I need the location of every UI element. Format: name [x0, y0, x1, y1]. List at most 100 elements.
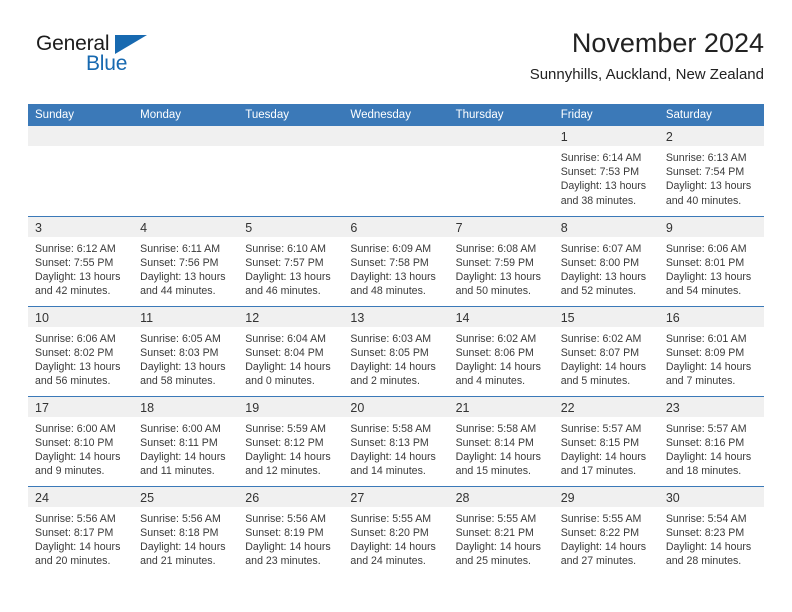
daylight-text-line1: Daylight: 13 hours [350, 270, 436, 283]
calendar-day-cell[interactable]: 19 Sunrise: 5:59 AM Sunset: 8:12 PM Dayligh… [238, 395, 344, 486]
daylight-text-line2: and 56 minutes. [35, 375, 111, 388]
calendar-day-cell[interactable]: 5 Sunrise: 6:10 AM Sunset: 7:57 PM Daylight… [238, 215, 344, 306]
day-cell-details: Sunrise: 6:07 AM Sunset: 8:00 PM Daylight:… [554, 237, 659, 299]
daylight-text-line2: and 58 minutes. [140, 375, 216, 388]
calendar-day-cell[interactable]: 7 Sunrise: 6:08 AM Sunset: 7:59 PM Daylight… [448, 215, 554, 306]
daylight-text-line1: Daylight: 14 hours [455, 360, 541, 373]
sunset-text: Sunset: 8:14 PM [455, 436, 534, 449]
calendar-day-cell[interactable]: 15 Sunrise: 6:02 AM Sunset: 8:07 PM Dayligh… [553, 305, 659, 396]
daylight-text-line2: and 44 minutes. [140, 285, 216, 298]
sunrise-text: Sunrise: 5:56 AM [35, 512, 116, 525]
daylight-text-line2: and 38 minutes. [560, 194, 637, 207]
daylight-text-line1: Daylight: 13 hours [560, 180, 647, 193]
calendar-day-cell[interactable]: 21 Sunrise: 5:58 AM Sunset: 8:14 PM Dayligh… [448, 395, 554, 486]
calendar-day-cell[interactable]: 16 Sunrise: 6:01 AM Sunset: 8:09 PM Dayligh… [658, 305, 764, 396]
day-cell-inner: 5 Sunrise: 6:10 AM Sunset: 7:57 PM Daylight… [238, 216, 344, 306]
daylight-text-line1: Daylight: 13 hours [35, 270, 121, 283]
calendar-day-cell[interactable]: 18 Sunrise: 6:00 AM Sunset: 8:11 PM Dayligh… [133, 395, 239, 486]
daylight-text-line1: Daylight: 13 hours [140, 270, 226, 283]
day-cell-inner: 25 Sunrise: 5:56 AM Sunset: 8:18 PM Dayligh… [133, 486, 239, 576]
day-header-tuesday: Tuesday [238, 104, 344, 126]
calendar-day-cell[interactable]: 23 Sunrise: 5:57 AM Sunset: 8:16 PM Dayligh… [658, 395, 764, 486]
sunset-text: Sunset: 8:20 PM [350, 526, 429, 539]
calendar-week-row: 1 Sunrise: 6:14 AM Sunset: 7:53 PM Daylight… [28, 126, 764, 216]
sunrise-text: Sunrise: 5:56 AM [245, 512, 326, 525]
day-cell-details: Sunrise: 6:04 AM Sunset: 8:04 PM Daylight:… [238, 327, 343, 389]
sunrise-text: Sunrise: 6:11 AM [140, 242, 221, 255]
general-blue-logo[interactable]: General Blue [36, 32, 236, 88]
day-cell-inner: 16 Sunrise: 6:01 AM Sunset: 8:09 PM Dayligh… [658, 306, 764, 396]
daylight-text-line1: Daylight: 14 hours [560, 540, 647, 553]
daylight-text-line2: and 25 minutes. [455, 555, 531, 568]
sunrise-text: Sunrise: 6:01 AM [665, 332, 747, 345]
calendar-day-cell[interactable]: 25 Sunrise: 5:56 AM Sunset: 8:18 PM Dayligh… [133, 485, 239, 576]
daylight-text-line2: and 2 minutes. [350, 375, 420, 388]
sunrise-sunset-calendar: Sunday Monday Tuesday Wednesday Thursday Frid… [28, 104, 764, 576]
day-cell-inner: 26 Sunrise: 5:56 AM Sunset: 8:19 PM Dayligh… [238, 486, 344, 576]
calendar-day-cell[interactable]: 1 Sunrise: 6:14 AM Sunset: 7:53 PM Daylight… [553, 126, 659, 216]
calendar-cell-empty [343, 126, 449, 216]
calendar-day-cell[interactable]: 9 Sunrise: 6:06 AM Sunset: 8:01 PM Daylight… [658, 215, 764, 306]
day-cell-inner: 19 Sunrise: 5:59 AM Sunset: 8:12 PM Dayligh… [238, 396, 344, 486]
calendar-day-cell[interactable]: 2 Sunrise: 6:13 AM Sunset: 7:54 PM Daylight… [658, 126, 764, 216]
calendar-day-cell[interactable]: 10 Sunrise: 6:06 AM Sunset: 8:02 PM Dayligh… [28, 305, 134, 396]
sunset-text: Sunset: 8:07 PM [560, 346, 640, 359]
day-cell-inner: 8 Sunrise: 6:07 AM Sunset: 8:00 PM Daylight… [553, 216, 659, 306]
daylight-text-line2: and 28 minutes. [665, 555, 742, 568]
sunrise-text: Sunrise: 6:13 AM [665, 152, 747, 164]
calendar-day-cell[interactable]: 28 Sunrise: 5:55 AM Sunset: 8:21 PM Dayligh… [448, 485, 554, 576]
calendar-cell-empty [28, 126, 134, 216]
day-number: 10 [28, 306, 134, 327]
calendar-day-cell[interactable]: 8 Sunrise: 6:07 AM Sunset: 8:00 PM Daylight… [553, 215, 659, 306]
calendar-day-cell[interactable]: 22 Sunrise: 5:57 AM Sunset: 8:15 PM Dayligh… [553, 395, 659, 486]
day-cell-details: Sunrise: 6:00 AM Sunset: 8:10 PM Daylight:… [28, 417, 133, 479]
day-cell-inner [28, 126, 134, 216]
daylight-text-line1: Daylight: 14 hours [665, 450, 752, 463]
day-cell-details: Sunrise: 6:06 AM Sunset: 8:02 PM Daylight:… [28, 327, 133, 389]
calendar-day-cell[interactable]: 20 Sunrise: 5:58 AM Sunset: 8:13 PM Dayligh… [343, 395, 449, 486]
daylight-text-line2: and 5 minutes. [560, 375, 631, 388]
day-cell-details: Sunrise: 6:08 AM Sunset: 7:59 PM Daylight:… [449, 237, 554, 299]
daylight-text-line1: Daylight: 14 hours [245, 360, 331, 373]
calendar-day-cell[interactable]: 17 Sunrise: 6:00 AM Sunset: 8:10 PM Dayligh… [28, 395, 134, 486]
calendar-week-row: 24 Sunrise: 5:56 AM Sunset: 8:17 PM Dayligh… [28, 485, 764, 576]
day-number: 29 [553, 486, 659, 507]
day-number: 6 [343, 216, 449, 237]
calendar-day-cell[interactable]: 13 Sunrise: 6:03 AM Sunset: 8:05 PM Dayligh… [343, 305, 449, 396]
sunset-text: Sunset: 8:12 PM [245, 436, 324, 449]
calendar-day-cell[interactable]: 24 Sunrise: 5:56 AM Sunset: 8:17 PM Dayligh… [28, 485, 134, 576]
day-number: 14 [448, 306, 554, 327]
sunrise-text: Sunrise: 6:00 AM [140, 422, 221, 435]
calendar-day-cell[interactable]: 6 Sunrise: 6:09 AM Sunset: 7:58 PM Daylight… [343, 215, 449, 306]
day-number: 3 [28, 216, 134, 237]
day-cell-details: Sunrise: 5:57 AM Sunset: 8:15 PM Daylight:… [554, 417, 659, 479]
calendar-day-cell[interactable]: 26 Sunrise: 5:56 AM Sunset: 8:19 PM Dayligh… [238, 485, 344, 576]
calendar-day-cell[interactable]: 3 Sunrise: 6:12 AM Sunset: 7:55 PM Daylight… [28, 215, 134, 306]
sunrise-text: Sunrise: 6:03 AM [350, 332, 432, 345]
calendar-day-cell[interactable]: 27 Sunrise: 5:55 AM Sunset: 8:20 PM Dayligh… [343, 485, 449, 576]
day-cell-inner: 20 Sunrise: 5:58 AM Sunset: 8:13 PM Dayligh… [343, 396, 449, 486]
calendar-cell-empty [133, 126, 239, 216]
sunrise-text: Sunrise: 6:07 AM [560, 242, 642, 255]
day-cell-details: Sunrise: 6:03 AM Sunset: 8:05 PM Daylight:… [343, 327, 448, 389]
calendar-day-cell[interactable]: 14 Sunrise: 6:02 AM Sunset: 8:06 PM Dayligh… [448, 305, 554, 396]
daylight-text-line1: Daylight: 14 hours [140, 540, 226, 553]
sunset-text: Sunset: 8:21 PM [455, 526, 534, 539]
calendar-day-cell[interactable]: 29 Sunrise: 5:55 AM Sunset: 8:22 PM Dayligh… [553, 485, 659, 576]
day-cell-inner: 13 Sunrise: 6:03 AM Sunset: 8:05 PM Dayligh… [343, 306, 449, 396]
calendar-page: General Blue November 2024 Sunnyhills, A… [0, 0, 792, 612]
sunset-text: Sunset: 7:54 PM [665, 166, 745, 179]
day-cell-details: Sunrise: 6:13 AM Sunset: 7:54 PM Daylight:… [659, 146, 764, 208]
calendar-day-cell[interactable]: 12 Sunrise: 6:04 AM Sunset: 8:04 PM Dayligh… [238, 305, 344, 396]
day-cell-inner [448, 126, 554, 216]
calendar-day-cell[interactable]: 4 Sunrise: 6:11 AM Sunset: 7:56 PM Daylight… [133, 215, 239, 306]
day-cell-details: Sunrise: 5:58 AM Sunset: 8:13 PM Daylight:… [343, 417, 448, 479]
daylight-text-line1: Daylight: 14 hours [350, 360, 436, 373]
sunrise-text: Sunrise: 5:55 AM [455, 512, 537, 525]
day-cell-details: Sunrise: 5:56 AM Sunset: 8:17 PM Daylight:… [28, 507, 133, 569]
day-cell-inner: 21 Sunrise: 5:58 AM Sunset: 8:14 PM Dayligh… [448, 396, 554, 486]
sunset-text: Sunset: 7:58 PM [350, 256, 429, 269]
calendar-day-cell[interactable]: 11 Sunrise: 6:05 AM Sunset: 8:03 PM Dayligh… [133, 305, 239, 396]
calendar-day-cell[interactable]: 30 Sunrise: 5:54 AM Sunset: 8:23 PM Dayligh… [658, 485, 764, 576]
day-number: 27 [343, 486, 449, 507]
